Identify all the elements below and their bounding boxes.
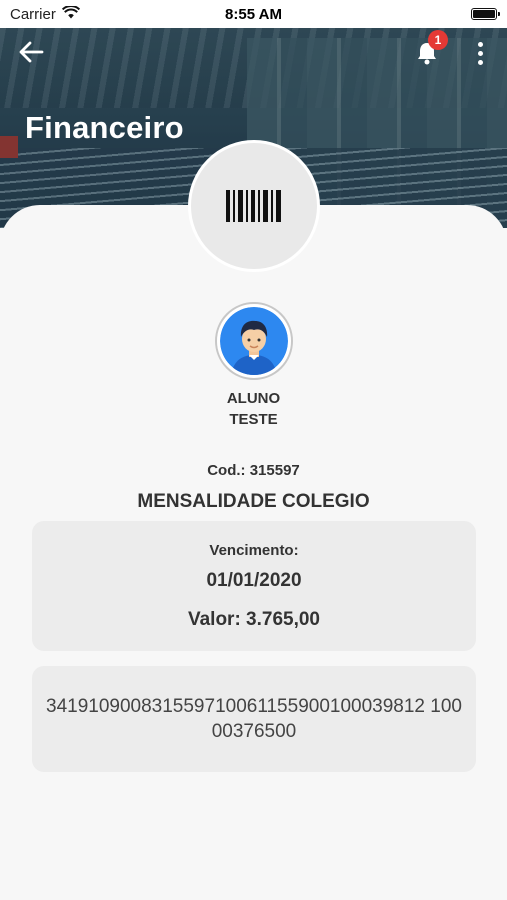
notification-badge: 1 [428,30,448,50]
more-vertical-icon [477,41,483,47]
invoice-description: MENSALIDADE COLEGIO [137,491,370,512]
invoice-code: Cod.: 315597 [207,462,300,479]
due-info-box: Vencimento: 01/01/2020 Valor: 3.765,00 [32,521,476,651]
avatar [215,302,293,380]
invoice-value: Valor: 3.765,00 [187,609,321,630]
back-button[interactable] [16,38,46,66]
wifi-icon [61,4,80,23]
battery-icon [471,8,500,20]
notifications-button[interactable]: 1 [412,30,448,68]
student-name: ALUNO TESTE [0,388,507,430]
barcode-icon [226,190,281,222]
carrier-label: Carrier [10,5,56,23]
back-arrow-icon [19,41,44,63]
digitable-line-box[interactable]: 341910900831559710061155900100039812 100… [32,666,476,772]
student-name-line1: ALUNO [226,390,281,407]
avatar-icon [220,307,288,375]
status-bar: Carrier 8:55 AM [0,0,507,28]
page-title: Financeiro [25,110,184,145]
status-left: Carrier [10,4,80,23]
more-options-button[interactable] [468,38,492,68]
digitable-line: 341910900831559710061155900100039812 100… [46,696,462,742]
barcode-button[interactable] [188,140,320,272]
student-name-line2: TESTE [229,411,278,428]
due-label: Vencimento: [209,542,299,559]
due-date: 01/01/2020 [206,570,302,591]
